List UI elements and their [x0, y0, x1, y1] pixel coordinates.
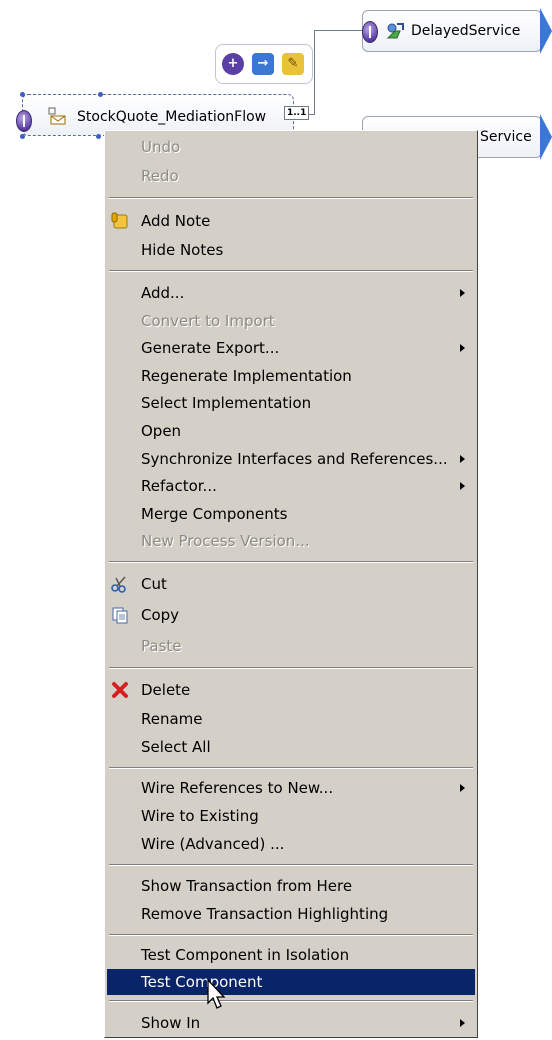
add-note-icon[interactable]: ✎ — [282, 53, 304, 75]
second-service-label: Service — [480, 129, 532, 145]
reference-arrow-icon — [540, 8, 552, 54]
service-icon — [385, 22, 405, 40]
menu-item-cut[interactable]: Cut — [107, 571, 475, 597]
note-icon — [111, 212, 129, 230]
menu-item-undo: Undo — [141, 138, 181, 156]
menu-item-synchronize[interactable]: Synchronize Interfaces and References... — [107, 446, 475, 472]
menu-item-delete[interactable]: Delete — [107, 677, 475, 703]
menu-item-select-all[interactable]: Select All — [107, 734, 475, 760]
menu-item-redo: Redo — [141, 167, 179, 185]
copy-icon — [111, 606, 129, 624]
menu-item-remove-transaction-highlighting[interactable]: Remove Transaction Highlighting — [107, 901, 475, 927]
selection-handle[interactable] — [20, 92, 25, 97]
interface-icon[interactable] — [16, 110, 32, 132]
menu-item-test-component[interactable]: Test Component — [107, 969, 475, 995]
menu-separator — [109, 934, 473, 936]
mouse-cursor-icon — [207, 978, 229, 1013]
menu-separator — [109, 197, 473, 199]
selection-handle[interactable] — [96, 134, 101, 139]
menu-item-regenerate-implementation[interactable]: Regenerate Implementation — [107, 363, 475, 389]
submenu-arrow-icon — [460, 482, 465, 490]
menu-separator — [109, 1000, 473, 1002]
delayed-service-label: DelayedService — [411, 23, 521, 39]
menu-item-hide-notes[interactable]: Hide Notes — [107, 237, 475, 263]
menu-item-open[interactable]: Open — [107, 418, 475, 444]
submenu-arrow-icon — [460, 455, 465, 463]
hover-toolbar: + → ✎ — [215, 44, 313, 84]
menu-item-copy[interactable]: Copy — [107, 602, 475, 628]
submenu-arrow-icon — [460, 1019, 465, 1027]
menu-separator — [109, 864, 473, 866]
mediation-flow-icon — [47, 107, 67, 125]
menu-separator — [109, 270, 473, 272]
menu-item-add[interactable]: Add... — [107, 280, 475, 306]
selection-handle[interactable] — [98, 92, 103, 97]
menu-item-test-component-in-isolation[interactable]: Test Component in Isolation — [107, 942, 475, 968]
wire-segment-vertical[interactable] — [314, 30, 315, 114]
menu-item-merge-components[interactable]: Merge Components — [107, 501, 475, 527]
component-label: StockQuote_MediationFlow — [77, 109, 267, 125]
submenu-arrow-icon — [460, 784, 465, 792]
menu-item-select-implementation[interactable]: Select Implementation — [107, 390, 475, 416]
add-reference-icon[interactable]: → — [252, 53, 274, 75]
menu-item-convert-to-import: Convert to Import — [141, 312, 275, 330]
delete-x-icon — [111, 681, 129, 699]
interface-icon[interactable] — [362, 21, 378, 43]
menu-item-show-in[interactable]: Show In — [107, 1010, 475, 1036]
menu-separator — [109, 667, 473, 669]
selection-handle[interactable] — [20, 134, 25, 139]
wire-to-delayed-service[interactable] — [314, 30, 362, 31]
scissors-icon — [111, 575, 129, 593]
context-menu: Undo Redo Add Note Hide Notes Add... Con… — [104, 130, 478, 1038]
add-interface-icon[interactable]: + — [222, 53, 244, 75]
menu-item-wire-references-to-new[interactable]: Wire References to New... — [107, 775, 475, 801]
multiplicity-badge: 1..1 — [284, 106, 310, 120]
menu-item-show-transaction[interactable]: Show Transaction from Here — [107, 873, 475, 899]
reference-arrow-icon — [540, 114, 552, 160]
menu-item-rename[interactable]: Rename — [107, 706, 475, 732]
menu-separator — [109, 561, 473, 563]
menu-item-wire-to-existing[interactable]: Wire to Existing — [107, 803, 475, 829]
menu-item-add-note[interactable]: Add Note — [107, 208, 475, 234]
menu-item-wire-advanced[interactable]: Wire (Advanced) ... — [107, 831, 475, 857]
menu-item-generate-export[interactable]: Generate Export... — [107, 335, 475, 361]
menu-item-refactor[interactable]: Refactor... — [107, 473, 475, 499]
submenu-arrow-icon — [460, 344, 465, 352]
menu-separator — [109, 767, 473, 769]
menu-item-new-process-version: New Process Version... — [141, 532, 310, 550]
submenu-arrow-icon — [460, 289, 465, 297]
menu-item-paste: Paste — [141, 637, 182, 655]
delayed-service-node[interactable]: DelayedService — [362, 10, 542, 52]
